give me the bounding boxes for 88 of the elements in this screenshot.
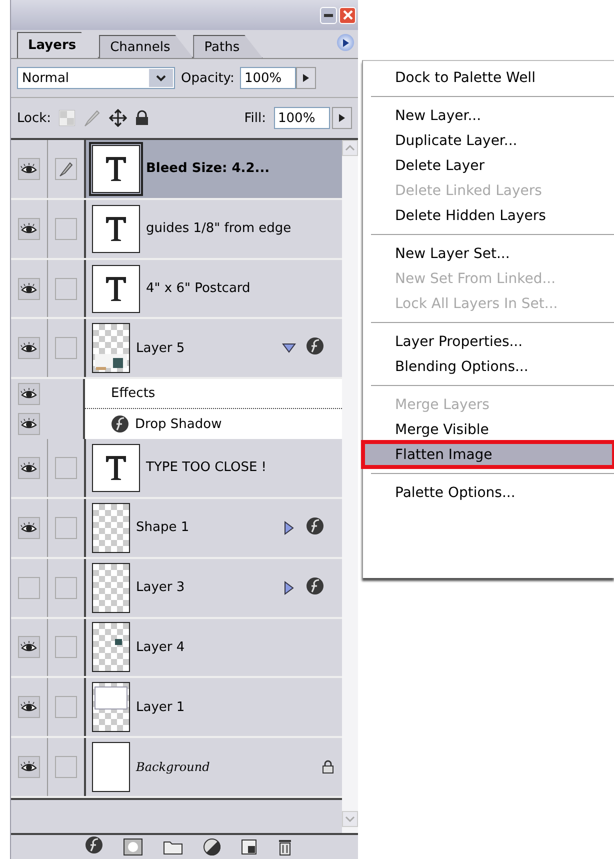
layer-name: Bleed Size: 4.2... <box>146 161 271 176</box>
layer-name: Layer 3 <box>136 580 186 596</box>
adjustment-layer-icon[interactable] <box>203 838 221 856</box>
menu-item[interactable]: Delete Hidden Layers <box>363 203 614 228</box>
text-layer-thumbnail <box>92 204 140 253</box>
menu-item[interactable]: Duplicate Layer... <box>363 128 614 153</box>
visibility-toggle[interactable] <box>18 756 40 778</box>
menu-item[interactable]: New Layer Set... <box>363 241 614 266</box>
menu-item[interactable]: Layer Properties... <box>363 329 614 354</box>
eye-icon <box>20 520 38 535</box>
layer-row[interactable]: Background <box>11 738 342 798</box>
visibility-toggle[interactable] <box>18 576 40 599</box>
effects-icon <box>306 337 324 356</box>
layer-mask-icon[interactable] <box>123 838 143 856</box>
fill-slider-button[interactable] <box>332 107 352 129</box>
new-layer-icon[interactable] <box>241 839 257 855</box>
eye-icon <box>20 460 38 475</box>
visibility-toggle[interactable] <box>18 456 40 479</box>
menu-item[interactable]: Blending Options... <box>363 354 614 379</box>
effects-icon <box>111 415 129 434</box>
effects-icon <box>306 576 324 595</box>
move-icon[interactable] <box>109 109 128 127</box>
fill-label: Fill: <box>244 110 266 126</box>
close-button[interactable] <box>339 6 356 24</box>
layer-name: Layer 1 <box>136 700 186 715</box>
menu-item[interactable]: Palette Options... <box>363 480 614 505</box>
layer-name: 4" x 6" Postcard <box>146 281 252 296</box>
layer-name: TYPE TOO CLOSE ! <box>146 460 268 476</box>
menu-item[interactable]: Dock to Palette Well <box>363 65 614 90</box>
menu-item[interactable]: Delete Layer <box>363 153 614 178</box>
effects-label: Effects <box>111 386 156 402</box>
layer-row[interactable]: Shape 1 <box>11 498 342 559</box>
arrow-icon <box>303 74 310 82</box>
text-layer-thumbnail <box>92 444 140 492</box>
expand-triangle-icon[interactable] <box>282 520 296 535</box>
minimize-button[interactable] <box>320 6 337 24</box>
layer-row[interactable]: 4" x 6" Postcard <box>11 260 342 320</box>
expand-triangle-icon[interactable] <box>282 580 296 595</box>
eye-icon <box>20 282 38 296</box>
menu-item[interactable]: Flatten Image <box>363 442 614 467</box>
visibility-toggle[interactable] <box>18 337 40 360</box>
fill-field[interactable]: 100% <box>274 107 330 129</box>
visibility-toggle[interactable] <box>18 383 40 406</box>
opacity-slider-button[interactable] <box>296 67 316 89</box>
layer-row[interactable]: Layer 1 <box>11 678 342 738</box>
folder-icon[interactable] <box>163 839 183 855</box>
visibility-toggle[interactable] <box>18 413 40 436</box>
layer-row[interactable]: Layer 3 <box>11 558 342 618</box>
tab[interactable]: Paths <box>193 35 263 58</box>
layer-name: Layer 5 <box>136 340 186 356</box>
effects-icon <box>306 516 324 535</box>
opacity-label: Opacity: <box>181 70 234 86</box>
arrow-icon <box>339 114 345 122</box>
layer-row[interactable]: TYPE TOO CLOSE ! <box>11 439 342 499</box>
eye-icon <box>20 222 38 236</box>
palette-menu-button[interactable] <box>337 34 354 51</box>
visibility-toggle[interactable] <box>18 696 40 718</box>
visibility-toggle[interactable] <box>18 218 40 240</box>
brush-icon <box>58 160 74 177</box>
visibility-toggle[interactable] <box>18 158 40 180</box>
blend-mode-dropdown[interactable]: Normal <box>17 67 175 89</box>
layer-row[interactable]: guides 1/8" from edge <box>11 200 342 260</box>
close-icon <box>342 10 352 20</box>
lock-icon[interactable] <box>135 110 150 126</box>
tab[interactable]: Channels <box>99 35 194 58</box>
visibility-toggle[interactable] <box>18 516 40 539</box>
layer-name: guides 1/8" from edge <box>146 221 292 236</box>
trash-icon[interactable] <box>277 838 293 856</box>
collapse-triangle-icon[interactable] <box>282 341 296 356</box>
layer-row[interactable]: Layer 4 <box>11 618 342 678</box>
effect-name: Drop Shadow <box>135 416 223 432</box>
layer-name: Background <box>136 760 211 774</box>
menu-item[interactable]: Merge Visible <box>363 417 614 442</box>
opacity-field[interactable]: 100% <box>240 67 296 89</box>
layer-name: Layer 4 <box>136 640 186 655</box>
eye-icon <box>20 162 38 176</box>
menu-arrow-icon <box>342 38 348 46</box>
tab[interactable]: Layers <box>17 32 100 58</box>
lock-label: Lock: <box>17 110 52 126</box>
minimize-icon <box>324 14 333 16</box>
menu-item[interactable]: New Layer... <box>363 103 614 128</box>
link-box[interactable] <box>55 158 77 180</box>
visibility-toggle[interactable] <box>18 278 40 300</box>
visibility-toggle[interactable] <box>18 636 40 658</box>
text-layer-thumbnail <box>92 144 140 193</box>
text-layer-thumbnail <box>92 264 140 313</box>
layer-name: Shape 1 <box>136 520 190 536</box>
effects-icon <box>85 836 103 854</box>
